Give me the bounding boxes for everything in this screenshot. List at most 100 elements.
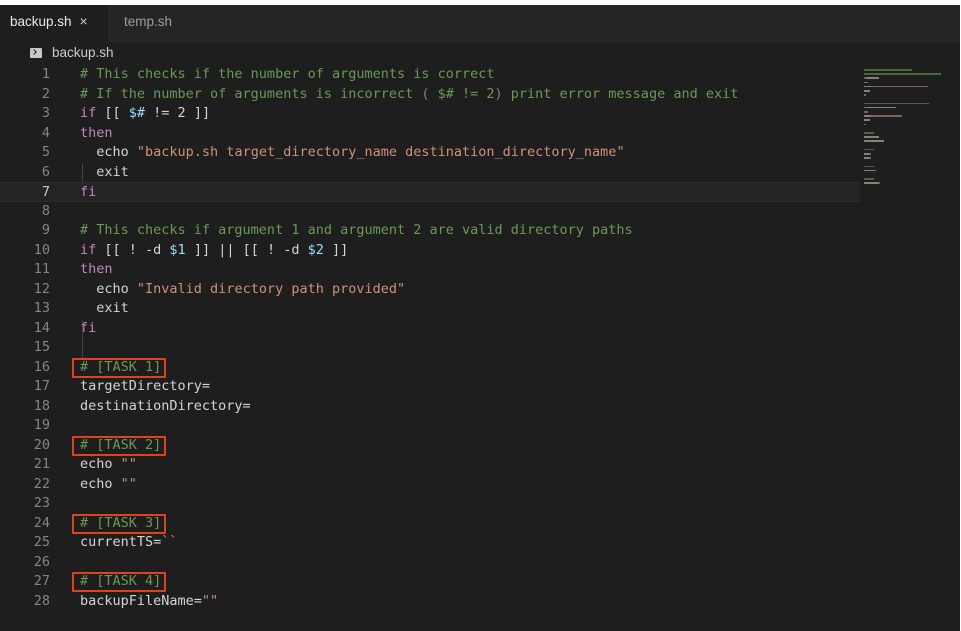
code-token: echo bbox=[80, 475, 121, 492]
line-text: currentTS=`` bbox=[80, 533, 178, 553]
line-number: 18 bbox=[33, 397, 50, 414]
minimap-line bbox=[864, 148, 874, 151]
code-line[interactable]: 26 bbox=[0, 553, 860, 573]
minimap-line bbox=[892, 106, 896, 109]
code-line[interactable]: 8 bbox=[0, 202, 860, 222]
code-line[interactable]: 14 fi bbox=[0, 319, 860, 339]
line-text: exit bbox=[80, 163, 129, 183]
code-token: [[ bbox=[104, 105, 129, 121]
code-line[interactable]: 7 fi bbox=[0, 182, 860, 202]
minimap-line bbox=[864, 90, 870, 92]
code-line[interactable]: 21 echo "" bbox=[0, 455, 860, 475]
minimap-line bbox=[864, 111, 868, 113]
line-number: 6 bbox=[41, 163, 50, 180]
minimap-line bbox=[864, 94, 866, 96]
line-number: 20 bbox=[33, 436, 50, 453]
tab-temp-sh[interactable]: temp.sh bbox=[114, 5, 204, 42]
code-line[interactable]: 6 exit bbox=[0, 163, 860, 183]
line-text: fi bbox=[80, 183, 96, 203]
line-text: # This checks if argument 1 and argument… bbox=[80, 221, 633, 241]
breadcrumb: backup.sh bbox=[0, 42, 960, 64]
task-highlight-box bbox=[72, 357, 166, 378]
line-number: 7 bbox=[41, 184, 50, 200]
code-line[interactable]: 12 echo "Invalid directory path provided… bbox=[0, 280, 860, 300]
code-token: $2 bbox=[307, 241, 324, 258]
code-line[interactable]: 23 bbox=[0, 494, 860, 514]
minimap-line bbox=[864, 132, 874, 134]
minimap-line bbox=[868, 153, 871, 155]
code-line[interactable]: 3 if [[ $# != 2 ]] bbox=[0, 104, 860, 124]
code-token: "" bbox=[120, 456, 137, 472]
code-token: exit bbox=[80, 300, 129, 316]
code-line[interactable]: 15 bbox=[0, 338, 860, 358]
minimap-line bbox=[864, 165, 874, 168]
minimap-line bbox=[870, 115, 902, 117]
line-number: 5 bbox=[41, 144, 50, 160]
code-line[interactable]: 13 exit bbox=[0, 299, 860, 319]
code-token: # This checks if argument 1 and argument… bbox=[80, 222, 633, 238]
code-token: destinationDirectory= bbox=[80, 397, 251, 414]
code-token: $1 bbox=[169, 241, 186, 258]
line-number: 14 bbox=[33, 319, 50, 336]
code-token: currentTS= bbox=[80, 534, 162, 550]
line-number: 2 bbox=[41, 85, 50, 102]
code-token: [[ ! -d bbox=[104, 241, 170, 258]
line-number: 16 bbox=[33, 358, 50, 375]
code-token: then bbox=[80, 261, 113, 277]
code-token: "Invalid directory path provided" bbox=[136, 280, 406, 297]
tab-bar: backup.sh × temp.sh bbox=[0, 5, 960, 42]
code-line[interactable]: 4 then bbox=[0, 124, 860, 144]
code-token: if bbox=[80, 241, 105, 258]
code-editor[interactable]: 1 # This checks if the number of argument… bbox=[0, 65, 860, 631]
line-number: 23 bbox=[33, 495, 50, 511]
line-number: 10 bbox=[33, 241, 50, 258]
line-text: echo "" bbox=[80, 455, 137, 475]
code-line[interactable]: 1 # This checks if the number of argument… bbox=[0, 65, 860, 85]
code-token: exit bbox=[80, 163, 129, 180]
code-token: backupFileName= bbox=[80, 592, 202, 609]
line-number: 26 bbox=[33, 553, 50, 570]
tab-backup-sh[interactable]: backup.sh × bbox=[0, 5, 108, 42]
code-token: ]] bbox=[323, 241, 349, 258]
line-number: 28 bbox=[33, 592, 50, 609]
code-line[interactable]: 9 # This checks if argument 1 and argumen… bbox=[0, 221, 860, 241]
code-line[interactable]: 19 bbox=[0, 416, 860, 436]
minimap-line bbox=[864, 69, 913, 71]
line-number: 12 bbox=[33, 280, 50, 297]
code-line[interactable]: 2 # If the number of arguments is incorre… bbox=[0, 85, 860, 105]
minimap-line bbox=[864, 81, 868, 84]
line-text: echo "" bbox=[80, 475, 137, 495]
task-highlight-box bbox=[72, 572, 166, 592]
minimap-line bbox=[864, 73, 941, 75]
code-line[interactable]: 25 currentTS=`` bbox=[0, 533, 860, 553]
minimap-line bbox=[870, 85, 928, 88]
minimap-line bbox=[876, 106, 891, 109]
line-text: if [[ ! -d $1 ]] || [[ ! -d $2 ]] bbox=[80, 241, 348, 261]
minimap-line bbox=[878, 182, 881, 184]
code-line[interactable]: 28 backupFileName="" bbox=[0, 592, 860, 612]
minimap-line bbox=[864, 102, 929, 105]
code-line[interactable]: 5 echo "backup.sh target_directory_name … bbox=[0, 143, 860, 163]
code-token: `` bbox=[161, 534, 178, 550]
breadcrumb-file[interactable]: backup.sh bbox=[52, 42, 114, 64]
tab-label: temp.sh bbox=[124, 14, 173, 29]
code-line[interactable]: 11 then bbox=[0, 260, 860, 280]
editor-window: backup.sh × temp.sh backup.sh 1 # This che… bbox=[0, 5, 960, 631]
code-token: != 2 ]] bbox=[145, 105, 211, 121]
minimap[interactable] bbox=[860, 65, 960, 235]
close-icon[interactable]: × bbox=[80, 5, 88, 38]
code-token: "" bbox=[120, 475, 137, 492]
minimap-line bbox=[868, 157, 871, 159]
line-number: 19 bbox=[33, 417, 50, 433]
code-line[interactable]: 17 targetDirectory= bbox=[0, 377, 860, 397]
code-line[interactable]: 18 destinationDirectory= bbox=[0, 397, 860, 417]
code-token: "backup.sh target_directory_name destina… bbox=[136, 144, 625, 160]
code-line[interactable]: 10 if [[ ! -d $1 ]] || [[ ! -d $2 ]] bbox=[0, 241, 860, 261]
minimap-line bbox=[864, 119, 870, 121]
code-token: "" bbox=[201, 592, 219, 609]
code-token: echo bbox=[80, 280, 137, 297]
tab-label: backup.sh bbox=[10, 14, 72, 29]
line-number: 25 bbox=[33, 534, 50, 550]
code-line[interactable]: 22 echo "" bbox=[0, 475, 860, 495]
line-number: 22 bbox=[33, 475, 50, 492]
